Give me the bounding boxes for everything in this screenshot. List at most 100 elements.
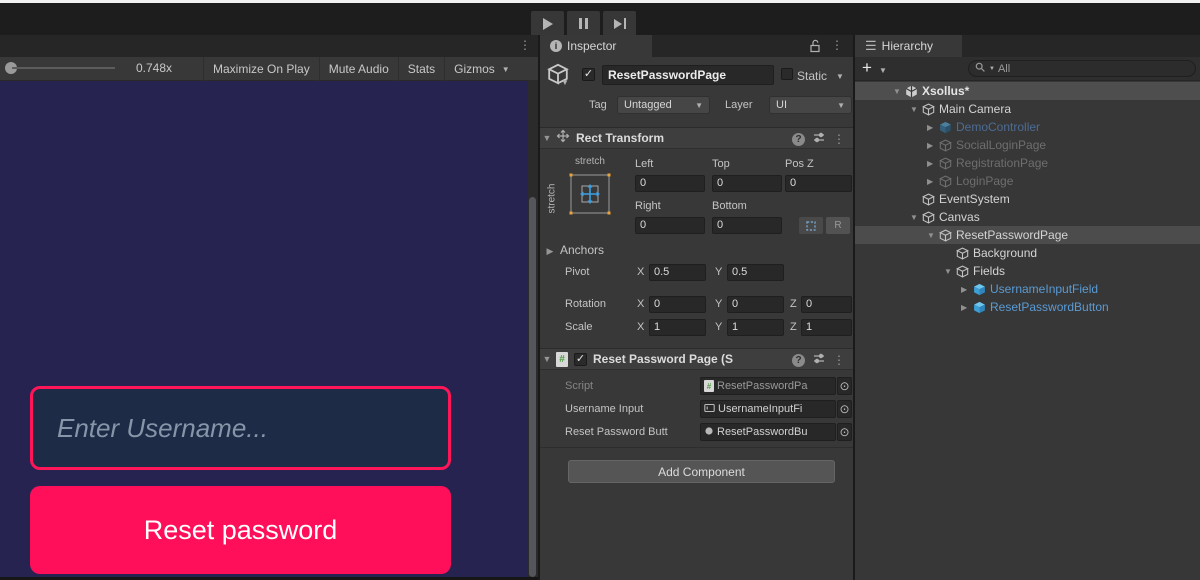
pause-icon [579,18,588,29]
hierarchy-row-fields[interactable]: ▼ Fields [855,262,1200,280]
pivot-y-field[interactable]: 0.5 [727,264,784,281]
tab-hierarchy[interactable]: ☰ Hierarchy [855,35,962,57]
hierarchy-toolbar: + ▼ ▼ All [855,57,1200,81]
tag-dropdown[interactable]: Untagged ▼ [617,96,710,114]
foldout-arrow-icon[interactable]: ▶ [961,303,973,312]
maximize-on-play-button[interactable]: Maximize On Play [203,57,319,81]
foldout-arrow-icon[interactable]: ▼ [927,231,939,240]
presets-icon[interactable] [813,130,825,148]
hierarchy-row-loginpage[interactable]: ▶ LoginPage [855,172,1200,190]
foldout-arrow-icon[interactable]: ▼ [910,105,922,114]
script-component-header[interactable]: ▼ # ✓ Reset Password Page (S ? ⋮ [540,348,853,370]
scale-x-field[interactable]: 1 [649,319,706,336]
script-row-label: Script [565,380,593,392]
gameobject-name-field[interactable]: ResetPasswordPage [602,65,774,85]
hierarchy-row-eventsystem[interactable]: EventSystem [855,190,1200,208]
hierarchy-row-usernameinputfield[interactable]: ▶ UsernameInputField [855,280,1200,298]
gameobject-icon[interactable]: ▼ [547,63,569,90]
foldout-arrow-icon[interactable]: ▶ [927,159,939,168]
static-dropdown-icon[interactable]: ▼ [836,72,844,81]
presets-icon[interactable] [813,351,825,369]
game-view-menu-icon[interactable]: ⋮ [519,38,531,52]
rotation-x-field[interactable]: 0 [649,296,706,313]
reset-password-button[interactable]: Reset password [30,486,451,574]
help-icon[interactable]: ? [792,133,805,146]
top-field[interactable]: 0 [712,175,782,192]
username-input-object-field[interactable]: UsernameInputFi [700,400,836,418]
csharp-script-icon: # [704,380,714,392]
posz-field[interactable]: 0 [785,175,852,192]
search-filter-value: All [998,63,1010,75]
object-picker-icon[interactable]: ⊙ [837,423,852,441]
foldout-open-icon[interactable]: ▼ [540,354,554,364]
inspector-menu-icon[interactable]: ⋮ [831,38,843,52]
foldout-arrow-icon[interactable]: ▼ [910,213,922,222]
search-input[interactable]: ▼ All [968,60,1196,77]
foldout-arrow-icon[interactable]: ▶ [927,177,939,186]
rotation-z-field[interactable]: 0 [801,296,852,313]
lock-icon[interactable] [809,39,821,58]
left-field[interactable]: 0 [635,175,705,192]
script-enabled-checkbox[interactable]: ✓ [574,353,587,366]
hierarchy-row-resetpasswordpage[interactable]: ▼ ResetPasswordPage [855,226,1200,244]
hierarchy-row-democontroller[interactable]: ▶ DemoController [855,118,1200,136]
foldout-arrow-icon[interactable]: ▶ [927,123,939,132]
component-menu-icon[interactable]: ⋮ [833,132,845,146]
pause-button[interactable] [567,11,600,36]
help-icon[interactable]: ? [792,354,805,367]
hierarchy-row-xsollus-[interactable]: ▼ Xsollus* [855,82,1200,100]
rect-transform-header[interactable]: ▼ Rect Transform ? ⋮ [540,127,853,149]
layer-dropdown[interactable]: UI ▼ [769,96,852,114]
scale-y-field[interactable]: 1 [727,319,784,336]
scale-z-field[interactable]: 1 [801,319,852,336]
rotation-y-field[interactable]: 0 [727,296,784,313]
foldout-arrow-icon[interactable]: ▼ [893,87,905,96]
static-checkbox[interactable] [781,68,793,80]
gameobject-cube-icon [922,211,935,224]
foldout-closed-icon[interactable]: ▶ [543,246,557,257]
hierarchy-row-background[interactable]: Background [855,244,1200,262]
main-toolbar [0,3,1200,35]
active-checkbox[interactable]: ✓ [582,68,595,81]
foldout-arrow-icon[interactable]: ▼ [944,267,956,276]
hierarchy-row-registrationpage[interactable]: ▶ RegistrationPage [855,154,1200,172]
hierarchy-row-main-camera[interactable]: ▼ Main Camera [855,100,1200,118]
game-scrollbar-thumb[interactable] [529,197,536,577]
component-menu-icon[interactable]: ⋮ [833,353,845,367]
right-field[interactable]: 0 [635,217,705,234]
foldout-arrow-icon[interactable]: ▶ [961,285,973,294]
foldout-open-icon[interactable]: ▼ [540,133,554,143]
step-button[interactable] [603,11,636,36]
gizmos-dropdown[interactable]: Gizmos ▼ [444,57,519,81]
game-toolbar-buttons: Maximize On Play Mute Audio Stats Gizmos… [203,57,519,81]
inspector-tab-bar: i Inspector ⋮ [540,35,853,57]
chevron-down-icon[interactable]: ▼ [879,66,887,75]
object-picker-icon[interactable]: ⊙ [837,400,852,418]
anchors-foldout[interactable]: Anchors [560,243,604,257]
play-button[interactable] [531,11,564,36]
create-button[interactable]: + [862,58,872,78]
bottom-field[interactable]: 0 [712,217,782,234]
script-object-field[interactable]: # ResetPasswordPa [700,377,836,395]
reset-button-object-field[interactable]: ResetPasswordBu [700,423,836,441]
mute-audio-button[interactable]: Mute Audio [319,57,398,81]
pivot-x-field[interactable]: 0.5 [649,264,706,281]
hierarchy-row-socialloginpage[interactable]: ▶ SocialLoginPage [855,136,1200,154]
scale-slider-track[interactable] [12,67,115,69]
unity-editor-window: ⋮ 0.748x Maximize On Play Mute Audio Sta… [0,0,1200,580]
hierarchy-row-resetpasswordbutton[interactable]: ▶ ResetPasswordButton [855,298,1200,316]
anchor-preset-widget[interactable] [566,170,614,223]
gameobject-cube-icon [973,301,986,314]
username-input[interactable]: Enter Username... [30,386,451,470]
raw-edit-mode-button[interactable]: R [826,217,850,234]
blueprint-mode-button[interactable] [799,217,823,234]
object-picker-icon[interactable]: ⊙ [837,377,852,395]
hierarchy-row-canvas[interactable]: ▼ Canvas [855,208,1200,226]
gameobject-cube-icon [939,175,952,188]
tab-inspector[interactable]: i Inspector [540,35,652,57]
hierarchy-tab-bar: ☰ Hierarchy [855,35,1200,57]
add-component-button[interactable]: Add Component [568,460,835,483]
posz-label: Pos Z [785,158,814,170]
stats-button[interactable]: Stats [398,57,444,81]
foldout-arrow-icon[interactable]: ▶ [927,141,939,150]
